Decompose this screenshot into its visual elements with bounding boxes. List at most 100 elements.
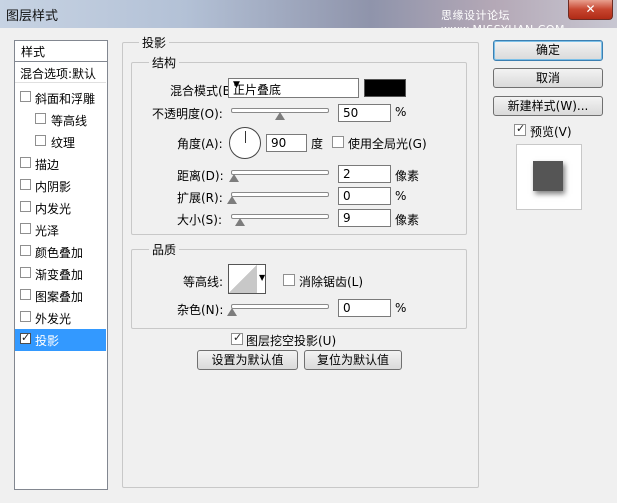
size-label: 大小(S): xyxy=(177,213,223,227)
style-item-label: 等高线 xyxy=(51,114,88,128)
style-item-label: 图案叠加 xyxy=(35,290,84,304)
reset-default-button[interactable]: 复位为默认值 xyxy=(304,350,402,370)
angle-dial[interactable] xyxy=(229,127,261,159)
checkbox[interactable] xyxy=(20,91,31,102)
opacity-slider-thumb[interactable] xyxy=(275,112,285,120)
distance-label: 距离(D): xyxy=(177,169,224,183)
style-item-label: 内发光 xyxy=(35,202,72,216)
distance-slider-thumb[interactable] xyxy=(229,174,239,182)
contour-label: 等高线: xyxy=(183,275,224,289)
new-style-button[interactable]: 新建样式(W)... xyxy=(493,96,603,116)
style-item-bevel-emboss[interactable]: 斜面和浮雕 xyxy=(15,87,106,109)
global-light-label: 使用全局光(G) xyxy=(348,137,427,151)
style-item-pattern-overlay[interactable]: 图案叠加 xyxy=(15,285,106,307)
close-button[interactable]: ✕ xyxy=(568,0,613,20)
antialias-label: 消除锯齿(L) xyxy=(299,275,364,289)
styles-header[interactable]: 样式 xyxy=(14,40,108,62)
global-light-checkbox[interactable] xyxy=(332,136,344,148)
size-value: 9 xyxy=(343,211,351,225)
contour-picker[interactable]: ▼ xyxy=(228,264,266,294)
opacity-unit: % xyxy=(395,105,407,119)
checkbox-checked[interactable]: ✓ xyxy=(20,331,31,344)
window-title: 图层样式 xyxy=(6,9,59,24)
spread-value: 0 xyxy=(343,189,351,203)
style-item-drop-shadow[interactable]: ✓ 投影 xyxy=(15,329,106,351)
spread-input[interactable]: 0 xyxy=(338,187,391,205)
ok-button[interactable]: 确定 xyxy=(493,40,603,61)
angle-unit: 度 xyxy=(311,137,324,151)
checkmark-icon: ✓ xyxy=(233,331,243,344)
style-item-label: 渐变叠加 xyxy=(35,268,84,282)
contour-curve-icon xyxy=(229,265,257,293)
style-item-satin[interactable]: 光泽 xyxy=(15,219,106,241)
style-item-label: 斜面和浮雕 xyxy=(35,92,96,106)
quality-title: 品质 xyxy=(149,241,180,258)
checkbox[interactable] xyxy=(35,135,46,146)
style-item-outer-glow[interactable]: 外发光 xyxy=(15,307,106,329)
cancel-button[interactable]: 取消 xyxy=(493,68,603,88)
noise-input[interactable]: 0 xyxy=(338,299,391,317)
angle-label: 角度(A): xyxy=(177,137,223,151)
spread-unit: % xyxy=(395,189,407,203)
preview-checkbox[interactable]: ✓ xyxy=(514,122,526,136)
checkbox[interactable] xyxy=(20,157,31,168)
style-preview xyxy=(516,144,582,210)
style-item-label: 描边 xyxy=(35,158,60,172)
antialias-checkbox[interactable] xyxy=(283,274,295,286)
style-item-stroke[interactable]: 描边 xyxy=(15,153,106,175)
styles-header-label: 样式 xyxy=(21,45,46,59)
checkbox[interactable] xyxy=(20,311,31,322)
spread-slider-thumb[interactable] xyxy=(227,196,237,204)
noise-label: 杂色(N): xyxy=(177,303,224,317)
style-item-label: 内阴影 xyxy=(35,180,72,194)
opacity-value: 50 xyxy=(343,106,359,120)
title-bar: 图层样式 思缘设计论坛 www.MISSYUAN.COM ✕ xyxy=(0,0,617,36)
size-slider-thumb[interactable] xyxy=(235,218,245,226)
blend-mode-select[interactable]: 正片叠底 ▼ xyxy=(228,78,359,98)
close-icon: ✕ xyxy=(585,2,596,16)
checkbox[interactable] xyxy=(20,289,31,300)
style-item-label: 颜色叠加 xyxy=(35,246,84,260)
blending-options-label: 混合选项:默认 xyxy=(20,67,97,81)
size-slider-track[interactable] xyxy=(231,214,329,219)
style-item-inner-glow[interactable]: 内发光 xyxy=(15,197,106,219)
style-item-texture[interactable]: 纹理 xyxy=(15,131,106,153)
shadow-color-swatch[interactable] xyxy=(364,79,406,97)
opacity-label: 不透明度(O): xyxy=(152,107,223,121)
distance-input[interactable]: 2 xyxy=(338,165,391,183)
noise-slider-track[interactable] xyxy=(231,304,329,309)
checkbox[interactable] xyxy=(20,245,31,256)
distance-slider-track[interactable] xyxy=(231,170,329,175)
checkbox[interactable] xyxy=(20,201,31,212)
opacity-input[interactable]: 50 xyxy=(338,104,391,122)
style-item-label: 投影 xyxy=(35,334,60,348)
checkmark-icon: ✓ xyxy=(516,122,526,135)
preview-label: 预览(V) xyxy=(530,125,572,139)
preview-swatch xyxy=(533,161,563,191)
knockout-checkbox[interactable]: ✓ xyxy=(231,331,243,345)
distance-value: 2 xyxy=(343,167,351,181)
checkbox[interactable] xyxy=(20,223,31,234)
style-item-label: 纹理 xyxy=(51,136,76,150)
angle-input[interactable]: 90 xyxy=(266,134,307,152)
noise-value: 0 xyxy=(343,301,351,315)
noise-slider-thumb[interactable] xyxy=(227,308,237,316)
checkbox[interactable] xyxy=(35,113,46,124)
distance-unit: 像素 xyxy=(395,169,420,183)
style-item-color-overlay[interactable]: 颜色叠加 xyxy=(15,241,106,263)
style-item-contour[interactable]: 等高线 xyxy=(15,109,106,131)
blending-options-item[interactable]: 混合选项:默认 xyxy=(15,62,106,83)
dropdown-arrow-icon: ▼ xyxy=(233,80,240,90)
dropdown-arrow-icon: ▼ xyxy=(259,273,266,282)
style-item-label: 光泽 xyxy=(35,224,60,238)
style-item-inner-shadow[interactable]: 内阴影 xyxy=(15,175,106,197)
checkbox[interactable] xyxy=(20,267,31,278)
knockout-label: 图层挖空投影(U) xyxy=(246,334,337,348)
spread-label: 扩展(R): xyxy=(177,191,223,205)
checkbox[interactable] xyxy=(20,179,31,190)
size-unit: 像素 xyxy=(395,213,420,227)
spread-slider-track[interactable] xyxy=(231,192,329,197)
size-input[interactable]: 9 xyxy=(338,209,391,227)
set-default-button[interactable]: 设置为默认值 xyxy=(197,350,298,370)
style-item-gradient-overlay[interactable]: 渐变叠加 xyxy=(15,263,106,285)
